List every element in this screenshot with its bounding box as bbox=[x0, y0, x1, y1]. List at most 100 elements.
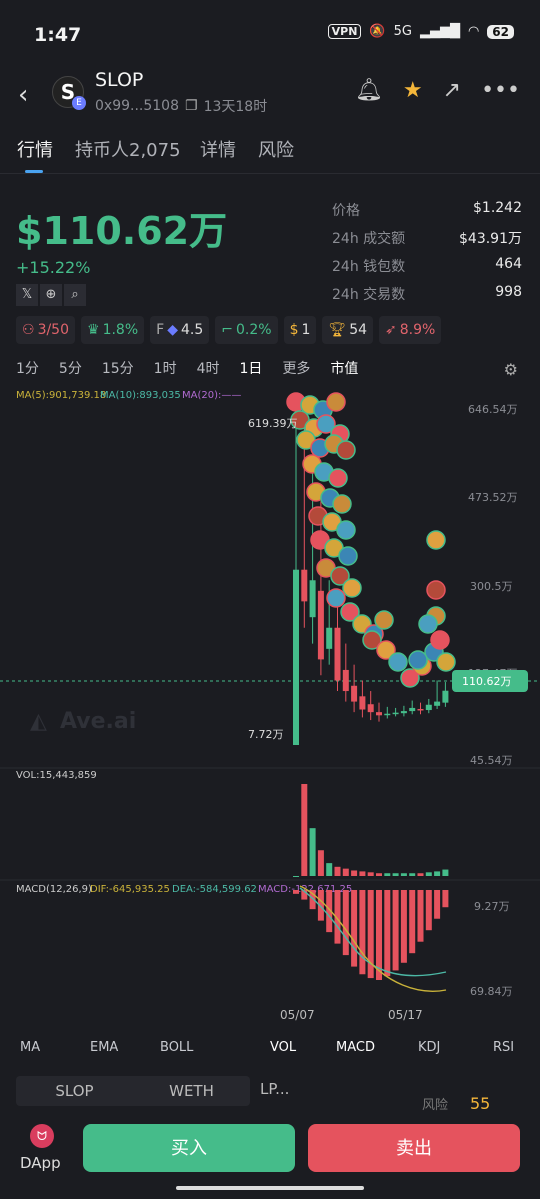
mute-icon: 🔕 bbox=[369, 24, 386, 39]
ind-macd[interactable]: MACD bbox=[336, 1040, 375, 1055]
candle bbox=[293, 569, 299, 745]
token-age: 13天18时 bbox=[203, 99, 268, 115]
macd-tick: 9.27万 bbox=[474, 900, 510, 913]
macd-bar bbox=[425, 890, 432, 931]
ma10-legend: MA(10):893,035 bbox=[100, 390, 181, 401]
tab-holders[interactable]: 持币人2,075 bbox=[75, 136, 181, 162]
y-tick: 45.54万 bbox=[470, 754, 513, 767]
macd-legend: MACD(12,26,9) bbox=[16, 884, 92, 895]
macd-bar bbox=[417, 890, 424, 942]
rocket-badge[interactable]: ➶ 8.9% bbox=[379, 316, 442, 344]
wifi-icon: ◠ bbox=[467, 24, 480, 39]
trophy-badge[interactable]: 🏆︎ 54 bbox=[322, 316, 374, 344]
interval-15m[interactable]: 15分 bbox=[102, 358, 134, 378]
lp-label[interactable]: LP... bbox=[260, 1080, 289, 1098]
stat-row: 24h 钱包数 464 bbox=[332, 256, 522, 284]
sell-button[interactable]: 卖出 bbox=[308, 1124, 520, 1172]
trophy-value: 54 bbox=[349, 322, 368, 338]
f-score-badge[interactable]: F ◆ 4.5 bbox=[150, 316, 210, 344]
interval-5m[interactable]: 5分 bbox=[59, 358, 82, 378]
volume-bar bbox=[376, 873, 382, 876]
active-tab-indicator bbox=[25, 170, 43, 173]
trade-marker bbox=[436, 652, 456, 672]
buy-button[interactable]: 买入 bbox=[83, 1124, 295, 1172]
watermark-icon: ◭ bbox=[30, 709, 47, 734]
candle bbox=[326, 627, 333, 649]
gun-badge[interactable]: ⌐ 0.2% bbox=[215, 316, 278, 344]
signal-icon: ▂▄▆█ bbox=[419, 24, 460, 39]
candle bbox=[384, 713, 391, 716]
social-links: 𝕏 ⊕ ⌕ bbox=[16, 284, 86, 306]
stat-value: 464 bbox=[495, 256, 522, 272]
tab-risk[interactable]: 风险 bbox=[258, 136, 294, 162]
volume-bar bbox=[384, 873, 391, 876]
y-tick: 646.54万 bbox=[468, 403, 518, 416]
trade-marker bbox=[328, 468, 348, 488]
globe-icon[interactable]: ⊕ bbox=[40, 284, 62, 306]
trade-marker bbox=[336, 520, 356, 540]
pair-slop[interactable]: SLOP bbox=[16, 1076, 133, 1106]
dea-legend: DEA:-584,599.62 bbox=[172, 884, 257, 895]
trade-marker bbox=[388, 652, 408, 672]
interval-1d[interactable]: 1日 bbox=[240, 358, 263, 378]
mcap-toggle[interactable]: 市值 bbox=[330, 358, 358, 378]
candle bbox=[351, 685, 358, 702]
pair-selector: SLOP WETH bbox=[16, 1076, 250, 1106]
bell-icon[interactable]: 🔔︎ bbox=[355, 78, 383, 103]
macd-bar bbox=[293, 890, 299, 894]
top-holders-badge[interactable]: ♛ 1.8% bbox=[81, 316, 145, 344]
interval-more[interactable]: 更多 bbox=[282, 358, 310, 378]
dapp-icon[interactable]: ᗢ bbox=[30, 1124, 54, 1148]
tab-market[interactable]: 行情 bbox=[17, 136, 53, 162]
token-address: 0x99...5108 bbox=[95, 98, 179, 114]
back-icon[interactable]: ‹ bbox=[18, 80, 28, 110]
status-bar: 1:47 VPN 🔕 5G ▂▄▆█ ◠ 62 bbox=[0, 0, 540, 64]
search-icon[interactable]: ⌕ bbox=[64, 284, 86, 306]
volume-bar bbox=[293, 876, 299, 877]
ind-kdj[interactable]: KDJ bbox=[418, 1040, 440, 1055]
interval-4h[interactable]: 4时 bbox=[197, 358, 220, 378]
ind-boll[interactable]: BOLL bbox=[160, 1040, 193, 1055]
candle bbox=[301, 569, 308, 602]
home-indicator bbox=[176, 1186, 364, 1190]
y-tick: 300.5万 bbox=[470, 580, 513, 593]
volume-bar bbox=[351, 870, 358, 876]
copy-icon[interactable]: ❐ bbox=[185, 98, 198, 114]
macd-bar bbox=[376, 890, 382, 980]
macd-bar bbox=[392, 890, 399, 971]
ind-vol[interactable]: VOL bbox=[270, 1040, 296, 1055]
volume-bar bbox=[392, 873, 399, 876]
interval-1h[interactable]: 1时 bbox=[154, 358, 177, 378]
holders-flag-badge[interactable]: ⚇ 3/50 bbox=[16, 316, 76, 344]
status-icons: VPN 🔕 5G ▂▄▆█ ◠ 62 bbox=[327, 24, 514, 39]
price-chart[interactable]: MA(5):901,739.18 MA(10):893,035 MA(20):—… bbox=[0, 380, 540, 1030]
macd-bar bbox=[442, 890, 449, 908]
interval-1m[interactable]: 1分 bbox=[16, 358, 39, 378]
trade-marker bbox=[326, 392, 346, 412]
pair-weth[interactable]: WETH bbox=[133, 1076, 250, 1106]
ind-rsi[interactable]: RSI bbox=[493, 1040, 514, 1055]
chart-settings-icon[interactable]: ⚙ bbox=[504, 360, 518, 379]
trade-marker bbox=[374, 610, 394, 630]
share-icon[interactable]: ↗ bbox=[443, 78, 461, 103]
dapp-label[interactable]: DApp bbox=[20, 1154, 61, 1172]
x-icon[interactable]: 𝕏 bbox=[16, 284, 38, 306]
candle bbox=[359, 696, 366, 710]
risk-badges: ⚇ 3/50 ♛ 1.8% F ◆ 4.5 ⌐ 0.2% $1 🏆︎ 54 ➶ 8.9% bbox=[16, 316, 442, 344]
trade-marker bbox=[426, 530, 446, 550]
y-tick: 473.52万 bbox=[468, 491, 518, 504]
ind-ema[interactable]: EMA bbox=[90, 1040, 118, 1055]
star-icon[interactable]: ★ bbox=[403, 78, 423, 103]
x-tick: 05/07 bbox=[280, 1008, 315, 1022]
vpn-icon: VPN bbox=[327, 24, 362, 39]
trade-marker bbox=[342, 578, 362, 598]
tab-details[interactable]: 详情 bbox=[200, 136, 236, 162]
volume-bar bbox=[367, 872, 374, 876]
ind-ma[interactable]: MA bbox=[20, 1040, 40, 1055]
money-bag-badge[interactable]: $1 bbox=[283, 316, 317, 344]
candle bbox=[342, 669, 349, 692]
more-icon[interactable]: ••• bbox=[481, 78, 520, 103]
trade-marker bbox=[336, 440, 356, 460]
token-name: SLOP bbox=[95, 69, 144, 91]
stats-panel: 价格 $1.242 24h 成交额 $43.91万 24h 钱包数 464 24… bbox=[332, 200, 522, 312]
